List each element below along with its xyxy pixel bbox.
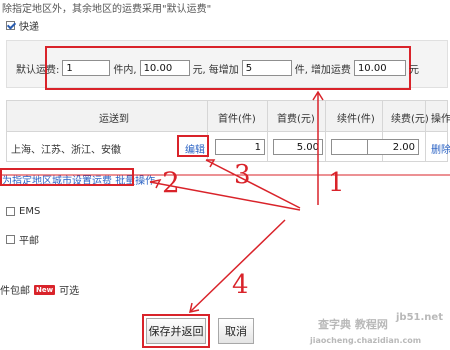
watermark-line2: jb51.net	[396, 312, 443, 323]
watermark-line3: jiaocheng.chazidian.com	[310, 336, 422, 345]
annotation-number-4: 4	[232, 270, 249, 300]
annotation-number-1: 1	[328, 168, 345, 198]
watermark-line1: 查字典 教程网	[318, 318, 388, 331]
annotation-number-2: 2	[162, 166, 180, 199]
annotation-arrowhead-2	[149, 178, 162, 189]
annotation-number-3: 3	[234, 160, 251, 190]
annotation-overlay	[0, 90, 450, 313]
